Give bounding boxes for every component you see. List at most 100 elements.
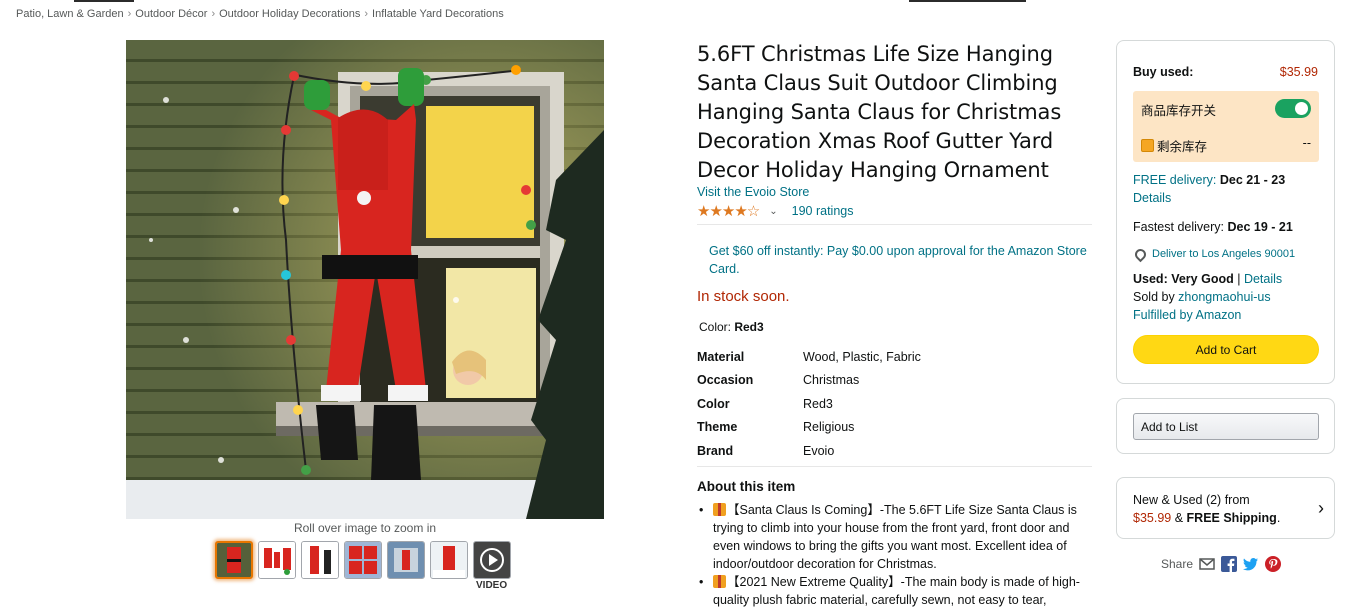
offers-price: $35.99 [1133, 511, 1172, 525]
thumbnail-image [217, 543, 251, 577]
stock-plugin-panel: 商品库存开关 剩余库存 -- [1133, 91, 1319, 162]
spec-key: Brand [697, 443, 734, 458]
new-used-offers[interactable]: New & Used (2) from $35.99 & FREE Shippi… [1116, 477, 1335, 539]
thumbnail-image [259, 542, 295, 578]
sold-by-label: Sold by [1133, 290, 1179, 304]
star-rating-icon[interactable]: ★★★★☆ [697, 202, 760, 220]
thumbnail-image [388, 542, 424, 578]
condition-details-link[interactable]: Details [1244, 272, 1282, 286]
used-condition: Used: Very Good | Details [1133, 272, 1283, 286]
spec-row: Color Red3 [697, 392, 1092, 416]
spec-row: Material Wood, Plastic, Fabric [697, 345, 1092, 369]
top-strip-segment [909, 0, 1026, 2]
top-strip-segment [74, 0, 134, 2]
offers-period: . [1276, 511, 1281, 525]
share-row: Share [1161, 556, 1282, 572]
breadcrumb-separator: › [364, 8, 369, 20]
twitter-icon[interactable] [1243, 556, 1259, 572]
thumbnail-6[interactable] [430, 541, 468, 579]
breadcrumb-item-holiday-decorations[interactable]: Outdoor Holiday Decorations [219, 8, 360, 20]
list-item: 【Santa Claus Is Coming】-The 5.6FT Life S… [697, 501, 1095, 573]
spec-value: Christmas [803, 373, 860, 388]
breadcrumb-item-patio[interactable]: Patio, Lawn & Garden [16, 8, 124, 20]
main-product-image[interactable] [126, 40, 604, 519]
spec-table: Material Wood, Plastic, Fabric Occasion … [697, 345, 1092, 463]
spec-row: Occasion Christmas [697, 369, 1092, 393]
offers-count: New & Used (2) from [1133, 493, 1250, 507]
zoom-hint: Roll over image to zoom in [293, 521, 437, 535]
used-price: $35.99 [1279, 65, 1318, 79]
ratings-count-link[interactable]: 190 ratings [792, 204, 854, 218]
delivery-details-link[interactable]: Details [1133, 191, 1171, 205]
top-strip [0, 0, 1358, 3]
email-icon[interactable] [1199, 556, 1215, 572]
offers-shipping: FREE Shipping [1186, 511, 1277, 525]
add-to-cart-button[interactable]: Add to Cart [1133, 335, 1319, 364]
product-title: 5.6FT Christmas Life Size Hanging Santa … [697, 42, 1062, 182]
ratings-row: ★★★★☆ ⌄ 190 ratings [697, 202, 854, 220]
video-label: VIDEO [476, 580, 508, 591]
box-icon [1141, 139, 1154, 152]
gift-icon [713, 575, 726, 588]
chevron-down-icon[interactable]: ⌄ [769, 206, 777, 217]
spec-key: Material [697, 349, 745, 364]
spec-value: Wood, Plastic, Fabric [803, 349, 921, 364]
thumbnail-5[interactable] [387, 541, 425, 579]
stock-remaining-row: 剩余库存 [1141, 136, 1207, 155]
color-label: Color: [699, 320, 735, 334]
list-item: 【2021 New Extreme Quality】-The main body… [697, 573, 1095, 609]
color-value: Red3 [734, 320, 764, 334]
divider [697, 466, 1092, 467]
breadcrumb-item-outdoor-decor[interactable]: Outdoor Décor [135, 8, 207, 20]
breadcrumb-separator: › [211, 8, 216, 20]
fastest-delivery-label: Fastest delivery: [1133, 220, 1228, 234]
thumbnail-4[interactable] [344, 541, 382, 579]
add-to-list-button[interactable]: Add to List [1133, 413, 1319, 440]
thumbnail-3[interactable] [301, 541, 339, 579]
spec-value: Evoio [803, 443, 835, 458]
facebook-icon[interactable] [1221, 556, 1238, 572]
store-card-promo[interactable]: Get $60 off instantly: Pay $0.00 upon ap… [709, 242, 1089, 278]
spec-key: Occasion [697, 373, 754, 388]
spec-key: Theme [697, 420, 738, 435]
bullet-text: 【Santa Claus Is Coming】-The 5.6FT Life S… [713, 503, 1077, 571]
thumbnail-strip [215, 541, 511, 579]
santa-illustration [126, 40, 604, 519]
sold-by: Sold by zhongmaohui-us [1133, 290, 1271, 304]
free-delivery-label: FREE delivery: [1133, 173, 1220, 187]
buy-used-label: Buy used: [1133, 65, 1194, 79]
location-pin-icon [1132, 246, 1149, 262]
fulfilled-by-link[interactable]: Fulfilled by Amazon [1133, 308, 1241, 322]
used-condition-text: Used: Very Good [1133, 272, 1234, 286]
deliver-to-text: Deliver to Los Angeles 90001 [1152, 248, 1296, 260]
breadcrumb: Patio, Lawn & Garden › Outdoor Décor › Outdo… [16, 8, 504, 20]
video-thumbnail[interactable] [473, 541, 511, 579]
spec-row: Theme Religious [697, 416, 1092, 440]
pinterest-icon[interactable] [1265, 556, 1282, 572]
thumbnail-2[interactable] [258, 541, 296, 579]
stock-status: In stock soon. [697, 288, 790, 305]
gift-icon [713, 503, 726, 516]
stock-remaining-value: -- [1302, 136, 1311, 150]
spec-key: Color [697, 396, 730, 411]
offers-price-line: $35.99 & FREE Shipping. [1133, 511, 1280, 525]
stock-remaining-label: 剩余库存 [1157, 139, 1208, 154]
bullet-text: 【2021 New Extreme Quality】-The main body… [713, 575, 1080, 607]
deliver-to-link[interactable]: Deliver to Los Angeles 90001 [1132, 246, 1296, 262]
thumbnail-1[interactable] [215, 541, 253, 579]
about-title: About this item [697, 479, 796, 494]
buy-box: Buy used: $35.99 商品库存开关 剩余库存 -- FREE del… [1116, 40, 1335, 384]
thumbnail-image [431, 542, 467, 578]
seller-link[interactable]: zhongmaohui-us [1178, 290, 1270, 304]
stock-toggle[interactable] [1275, 99, 1311, 118]
fastest-delivery-dates: Dec 19 - 21 [1227, 220, 1293, 234]
free-delivery-dates: Dec 21 - 23 [1219, 173, 1286, 187]
free-delivery: FREE delivery: Dec 21 - 23 [1133, 173, 1285, 187]
breadcrumb-item-inflatable-yard[interactable]: Inflatable Yard Decorations [372, 8, 504, 20]
spec-value: Red3 [803, 396, 833, 411]
store-link[interactable]: Visit the Evoio Store [697, 185, 809, 199]
stock-toggle-label: 商品库存开关 [1141, 103, 1217, 118]
breadcrumb-separator: › [127, 8, 132, 20]
play-icon [474, 542, 510, 578]
share-label: Share [1161, 557, 1194, 571]
